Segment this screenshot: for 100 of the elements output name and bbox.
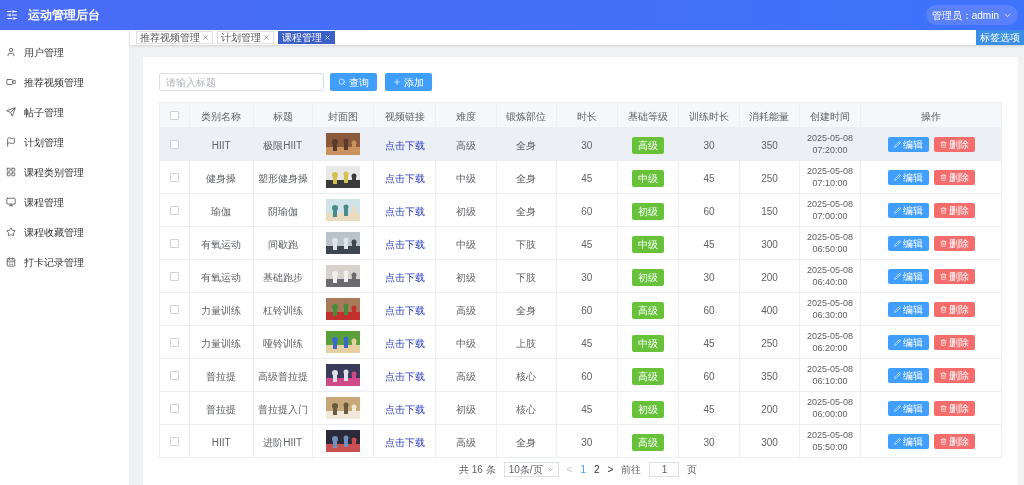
pencil-icon [893,437,901,445]
trash-icon [939,173,947,181]
download-link[interactable]: 点击下载 [384,239,425,250]
row-checkbox[interactable] [169,173,179,183]
table-cell: 下肢 [516,272,537,283]
select-all-checkbox[interactable] [169,111,179,121]
search-field[interactable]: 请输入标题 [159,73,324,91]
download-link[interactable]: 点击下载 [384,338,425,349]
table-cell: 哑铃训练 [262,338,303,349]
caret-icon [546,466,554,473]
pencil-icon [893,206,901,214]
goto-label: 前往 [621,463,642,477]
level-tag: 高级 [631,368,664,385]
table-cell: 60 [581,206,593,217]
table-cell: 45 [703,404,715,415]
table-cell: 全身 [516,206,537,217]
table-cell: 45 [581,173,593,184]
download-link[interactable]: 点击下载 [384,206,425,217]
table-cell: 30 [703,272,715,283]
next-page-button[interactable]: > [607,462,614,477]
page-number[interactable]: 2 [594,462,600,477]
sidebar-item[interactable]: 帖子管理 [0,97,129,127]
table-cell: HIIT [211,437,231,448]
column-header: 标题 [272,111,293,122]
table-cell: 上肢 [516,338,537,349]
sidebar-item[interactable]: 用户管理 [0,37,129,67]
table-row[interactable]: 普拉提 普拉提入门 点击下载 初级 核心 45 初级 45 200 2025-05-08 06:00:00 编辑 删除 [159,391,1002,425]
row-checkbox[interactable] [169,272,179,282]
table-cell: 下肢 [516,239,537,250]
table-row[interactable]: 健身操 塑形健身操 点击下载 中级 全身 45 中级 45 250 2025-05-08 07:10:00 编辑 删除 [159,160,1002,194]
table-cell: 45 [581,404,593,415]
table-cell: 60 [703,371,715,382]
sidebar-item[interactable]: 课程收藏管理 [0,217,129,247]
download-link[interactable]: 点击下载 [384,404,425,415]
table-cell: 进阶HIIT [263,437,303,448]
pencil-icon [893,173,901,181]
column-header: 基础等级 [627,111,668,122]
sidebar-item[interactable]: 打卡记录管理 [0,247,129,277]
row-checkbox[interactable] [169,404,179,414]
sidebar-item[interactable]: 课程管理 [0,187,129,217]
table-cell: 60 [703,305,715,316]
level-tag: 中级 [631,170,664,187]
pencil-icon [893,305,901,313]
table-row[interactable]: 有氧运动 基础跑步 点击下载 初级 下肢 30 初级 30 200 2025-05-08 06:40:00 编辑 删除 [159,259,1002,293]
download-link[interactable]: 点击下载 [384,437,425,448]
table-cell: 200 [761,272,778,283]
table-cell-text: 2025-05-08 06:00:00 [806,396,855,420]
pencil-icon [893,371,901,379]
pencil-icon [893,404,901,412]
page-tab[interactable]: 计划管理 [217,31,274,44]
download-link[interactable]: 点击下载 [384,371,425,382]
paper-plane-icon [6,107,16,117]
download-link[interactable]: 点击下载 [384,140,425,151]
row-checkbox[interactable] [169,140,179,150]
table-row[interactable]: 力量训练 杠铃训练 点击下载 高级 全身 60 高级 60 400 2025-05-08 06:30:00 编辑 删除 [159,292,1002,326]
close-icon[interactable] [263,34,270,41]
table-cell: 全身 [516,305,537,316]
table-row[interactable]: 瑜伽 阴瑜伽 点击下载 初级 全身 60 初级 60 150 2025-05-08 07:00:00 编辑 删除 [159,193,1002,227]
table-cell: 高级 [455,437,476,448]
table-cell: 200 [761,404,778,415]
page-tab[interactable]: 课程管理 [278,31,335,44]
row-checkbox[interactable] [169,437,179,447]
page-tab[interactable]: 推荐视频管理 [136,31,213,44]
table-cell: 高级普拉提 [257,371,308,382]
row-checkbox[interactable] [169,371,179,381]
row-checkbox[interactable] [169,338,179,348]
user-dropdown[interactable]: 管理员：admin [925,5,1018,25]
menu-icon[interactable] [6,9,18,21]
table-cell: 全身 [516,140,537,151]
table-cell: 45 [703,338,715,349]
table-cell: 初级 [455,404,476,415]
pencil-icon [893,140,901,148]
sidebar-item[interactable]: 课程类别管理 [0,157,129,187]
table-cell: 普拉提 [206,371,237,382]
row-checkbox[interactable] [169,239,179,249]
level-tag: 初级 [631,269,664,286]
table-row[interactable]: 有氧运动 间歇跑 点击下载 中级 下肢 45 中级 45 300 2025-05-08 06:50:00 编辑 删除 [159,226,1002,260]
table-cell: 中级 [455,338,476,349]
table-cell: 45 [581,338,593,349]
person-icon [6,47,16,57]
table-row[interactable]: HIIT 极限HIIT 点击下载 高级 全身 30 高级 30 350 2025-05-08 07:20:00 编辑 删除 [159,127,1002,161]
table-row[interactable]: 普拉提 高级普拉提 点击下载 高级 核心 60 高级 60 350 2025-05-08 06:10:00 编辑 删除 [159,358,1002,392]
page-input[interactable]: 1 [649,462,680,477]
sidebar-item[interactable]: 推荐视频管理 [0,67,129,97]
table-row[interactable]: 力量训练 哑铃训练 点击下载 中级 上肢 45 中级 45 250 2025-05-08 06:20:00 编辑 删除 [159,325,1002,359]
level-tag: 中级 [631,236,664,253]
page-size-select[interactable]: 10条/页 [503,462,559,477]
download-link[interactable]: 点击下载 [384,305,425,316]
download-link[interactable]: 点击下载 [384,173,425,184]
sidebar-item[interactable]: 计划管理 [0,127,129,157]
table-row[interactable]: HIIT 进阶HIIT 点击下载 高级 全身 30 高级 30 300 2025-05-08 05:50:00 编辑 删除 [159,424,1002,458]
row-checkbox[interactable] [169,305,179,315]
table-cell-text: 2025-05-08 05:50:00 [806,429,855,453]
download-link[interactable]: 点击下载 [384,272,425,283]
close-icon[interactable] [202,34,209,41]
table-cell: 350 [761,140,778,151]
column-header: 锻炼部位 [506,111,547,122]
table-cell: 全身 [516,437,537,448]
trash-icon [939,140,947,148]
row-checkbox[interactable] [169,206,179,216]
